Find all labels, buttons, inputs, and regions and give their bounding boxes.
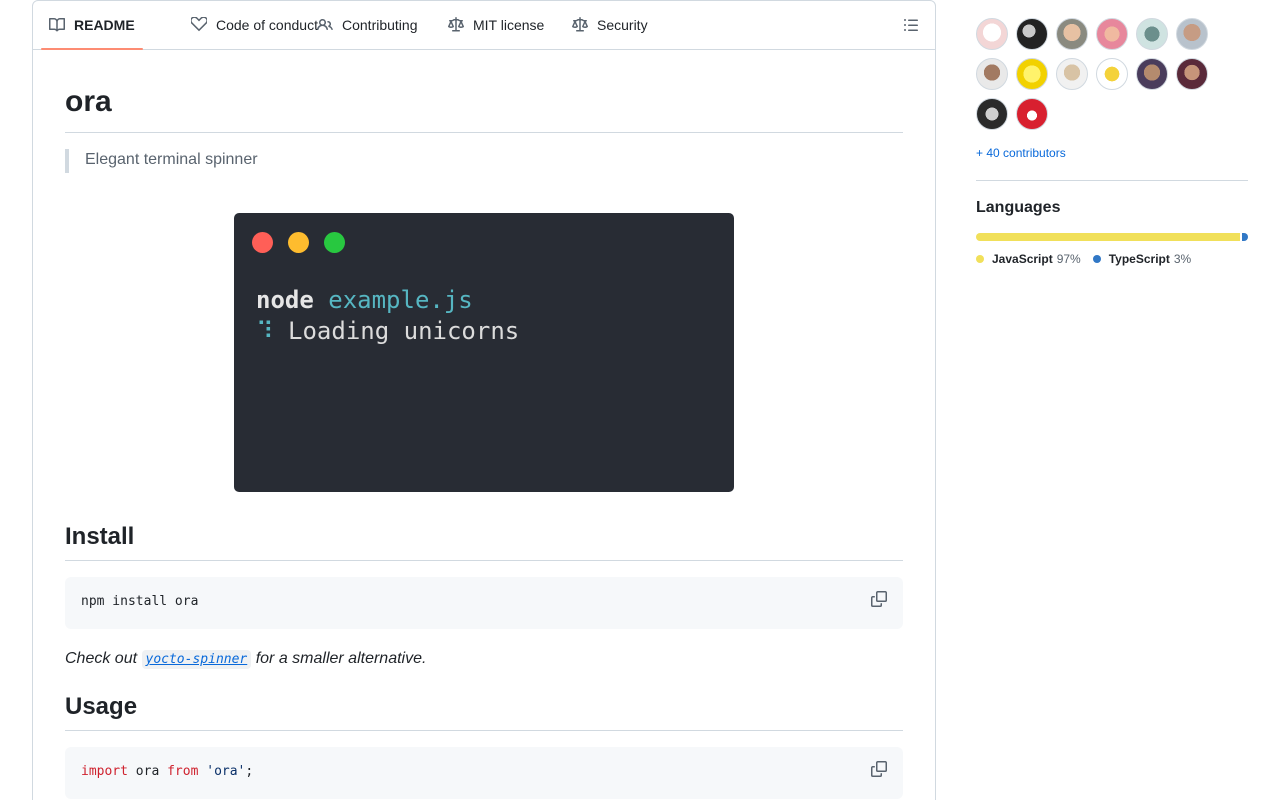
- minimize-dot-icon: [288, 232, 309, 253]
- language-color-dot: [1092, 255, 1101, 263]
- note-prefix: Check out: [65, 650, 138, 667]
- tab-code-of-conduct[interactable]: Code of conduct: [183, 1, 326, 49]
- language-name: TypeScript: [1108, 252, 1170, 266]
- alternative-note: Check out yocto-spinner for a smaller al…: [65, 647, 426, 672]
- tab-readme[interactable]: README: [41, 1, 143, 50]
- copy-icon[interactable]: [871, 761, 887, 777]
- tab-security[interactable]: Security: [564, 1, 656, 49]
- avatar[interactable]: [976, 98, 1008, 130]
- languages-heading: Languages: [976, 199, 1061, 216]
- law-icon: [448, 17, 464, 33]
- tab-label: MIT license: [473, 17, 545, 33]
- tab-label: Security: [597, 17, 648, 33]
- tab-label: Contributing: [342, 17, 418, 33]
- avatar[interactable]: [1136, 18, 1168, 50]
- avatar[interactable]: [1096, 58, 1128, 90]
- code-keyword: import: [81, 764, 128, 779]
- code-identifier: ora: [135, 764, 160, 779]
- sidebar-divider: [976, 180, 1248, 181]
- usage-code-block: import ora from 'ora';: [65, 747, 903, 799]
- language-percent: 97%: [1056, 252, 1081, 266]
- spinner-icon: ⠹: [256, 317, 274, 345]
- avatar[interactable]: [976, 58, 1008, 90]
- terminal-argument: example.js: [328, 286, 473, 314]
- avatar[interactable]: [1016, 98, 1048, 130]
- tagline-blockquote: Elegant terminal spinner: [65, 149, 258, 173]
- table-of-contents-icon[interactable]: [903, 17, 919, 33]
- tab-label: Code of conduct: [216, 17, 318, 33]
- yocto-spinner-link[interactable]: yocto-spinner: [141, 650, 252, 669]
- terminal-command-line: node example.js: [256, 286, 473, 314]
- readme-panel: README Code of conduct Contributing MIT …: [32, 0, 936, 800]
- avatar[interactable]: [1176, 18, 1208, 50]
- language-bar-segment-typescript: [1241, 233, 1248, 241]
- install-code-block: npm install ora: [65, 577, 903, 629]
- more-contributors-link[interactable]: + 40 contributors: [976, 146, 1066, 160]
- people-icon: [317, 17, 333, 33]
- code-string: 'ora': [206, 764, 246, 779]
- language-list: JavaScript 97% TypeScript 3%: [976, 252, 1191, 266]
- avatar[interactable]: [1016, 18, 1048, 50]
- readme-title: ora: [65, 84, 903, 133]
- avatar[interactable]: [1136, 58, 1168, 90]
- install-command: npm install ora: [81, 594, 199, 609]
- avatar[interactable]: [976, 18, 1008, 50]
- language-item-javascript[interactable]: JavaScript 97%: [976, 252, 1081, 266]
- law-icon: [572, 17, 588, 33]
- copy-icon[interactable]: [871, 591, 887, 607]
- terminal-demo-image: node example.js ⠹ Loading unicorns: [234, 213, 734, 492]
- terminal-loading-text: Loading unicorns: [288, 317, 520, 345]
- code-of-conduct-icon: [191, 17, 207, 33]
- avatar[interactable]: [1096, 18, 1128, 50]
- terminal-output-line: ⠹ Loading unicorns: [256, 317, 519, 345]
- install-heading: Install: [65, 522, 903, 561]
- close-dot-icon: [252, 232, 273, 253]
- language-percent: 3%: [1173, 252, 1192, 266]
- code-keyword: from: [167, 764, 199, 779]
- avatar[interactable]: [1176, 58, 1208, 90]
- language-bar-segment-javascript: [976, 233, 1240, 241]
- avatar[interactable]: [1056, 18, 1088, 50]
- language-item-typescript[interactable]: TypeScript 3%: [1092, 252, 1192, 266]
- code-punct: ;: [245, 764, 254, 779]
- tab-label: README: [74, 17, 135, 33]
- tab-contributing[interactable]: Contributing: [309, 1, 426, 49]
- tab-mit-license[interactable]: MIT license: [440, 1, 552, 49]
- note-suffix: for a smaller alternative.: [255, 650, 427, 667]
- usage-heading: Usage: [65, 692, 903, 731]
- book-icon: [49, 17, 65, 33]
- terminal-command: node: [256, 286, 314, 314]
- avatar[interactable]: [1016, 58, 1048, 90]
- language-color-dot: [976, 255, 984, 263]
- avatar[interactable]: [1056, 58, 1088, 90]
- language-name: JavaScript: [992, 252, 1053, 266]
- language-bar: [976, 233, 1248, 241]
- readme-tabs: README Code of conduct Contributing MIT …: [33, 1, 935, 50]
- maximize-dot-icon: [324, 232, 345, 253]
